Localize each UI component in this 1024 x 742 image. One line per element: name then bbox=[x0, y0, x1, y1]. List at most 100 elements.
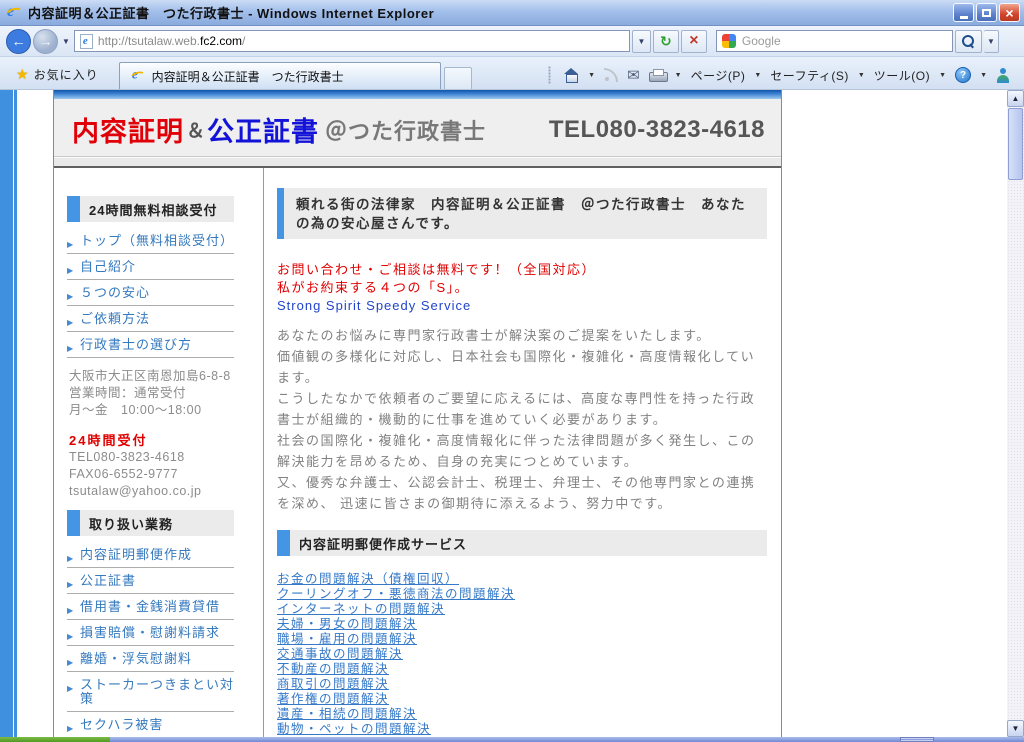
sidebar-item-divorce[interactable]: 離婚・浮気慰謝料 bbox=[67, 646, 234, 672]
sidebar-item-five-assurances[interactable]: ５つの安心 bbox=[67, 280, 234, 306]
headline-text: 頼れる街の法律家 内容証明＆公正証書 ＠つた行政書士 あなたの為の安心屋さんです… bbox=[284, 188, 767, 239]
office-address: 大阪市大正区南恩加島6-8-8 bbox=[69, 368, 234, 385]
tab-bar: お気に入り 内容証明＆公正証書 つた行政書士 ページ(P) セーフティ(S) ツ… bbox=[0, 57, 1024, 90]
search-input[interactable]: Google bbox=[716, 30, 953, 52]
paragraph: 価値観の多様化に対応し、日本社会も国際化・複雑化・高度情報化しています。 bbox=[277, 346, 767, 388]
print-button[interactable] bbox=[649, 69, 666, 82]
back-button[interactable] bbox=[6, 29, 31, 54]
triangle-bullet-icon bbox=[67, 262, 74, 278]
sidebar-item-damages-claim[interactable]: 損害賠償・慰謝料請求 bbox=[67, 620, 234, 646]
sidebar-item-naiyo-shomei[interactable]: 内容証明郵便作成 bbox=[67, 542, 234, 568]
link-real-estate[interactable]: 不動産の問題解決 bbox=[277, 662, 767, 677]
address-toolbar: http://tsutalaw.web.fc2.com/ Google bbox=[0, 26, 1024, 57]
link-cooling-off[interactable]: クーリングオフ・悪徳商法の問題解決 bbox=[277, 587, 767, 602]
stop-button[interactable] bbox=[681, 30, 707, 53]
command-bar: ページ(P) セーフティ(S) ツール(O) bbox=[548, 66, 1018, 89]
site-title-blue: 公正証書 bbox=[207, 110, 319, 149]
sidebar-item-loan-documents[interactable]: 借用書・金銭消費貸借 bbox=[67, 594, 234, 620]
sidebar: 24時間無料相談受付 トップ（無料相談受付） 自己紹介 ５つの安心 ご依頼方法 … bbox=[54, 168, 264, 742]
site-header: 内容証明 ＆ 公正証書 ＠つた行政書士 TEL080-3823-4618 bbox=[54, 99, 781, 157]
contact-fax: FAX06-6552-9777 bbox=[69, 466, 234, 483]
taskbar-button-edge bbox=[900, 737, 934, 742]
link-money-problems[interactable]: お金の問題解決（債権回収） bbox=[277, 572, 767, 587]
minimize-icon bbox=[960, 16, 968, 19]
site-title-amp: ＆ bbox=[186, 116, 205, 143]
link-copyright[interactable]: 著作権の問題解決 bbox=[277, 692, 767, 707]
maximize-button[interactable] bbox=[976, 3, 997, 22]
service-section-header: 内容証明郵便作成サービス bbox=[277, 530, 767, 556]
paragraph: 社会の国際化・複雑化・高度情報化に伴った法律問題が多く発生し、この解決能力を昂め… bbox=[277, 430, 767, 472]
site-header-gradient bbox=[54, 90, 781, 99]
active-tab[interactable]: 内容証明＆公正証書 つた行政書士 bbox=[119, 62, 441, 89]
page-menu[interactable]: ページ(P) bbox=[691, 67, 746, 84]
url-text: http://tsutalaw.web.fc2.com/ bbox=[98, 34, 245, 48]
triangle-bullet-icon bbox=[67, 288, 74, 304]
link-internet-problems[interactable]: インターネットの問題解決 bbox=[277, 602, 767, 617]
page-dropdown-icon[interactable] bbox=[754, 72, 761, 79]
link-workplace-problems[interactable]: 職場・雇用の問題解決 bbox=[277, 632, 767, 647]
new-tab-button[interactable] bbox=[444, 67, 472, 89]
paragraph: あなたのお悩みに専門家行政書士が解決案のご提案をいたします。 bbox=[277, 325, 767, 346]
feed-icon[interactable] bbox=[604, 68, 618, 82]
sidebar-item-profile[interactable]: 自己紹介 bbox=[67, 254, 234, 280]
search-icon bbox=[962, 35, 975, 48]
sidebar-item-stalker[interactable]: ストーカーつきまとい対策 bbox=[67, 672, 234, 712]
intro-paragraphs: あなたのお悩みに専門家行政書士が解決案のご提案をいたします。 価値観の多様化に対… bbox=[277, 325, 767, 514]
safety-dropdown-icon[interactable] bbox=[858, 72, 865, 79]
tools-dropdown-icon[interactable] bbox=[939, 72, 946, 79]
home-dropdown-icon[interactable] bbox=[588, 72, 595, 79]
address-dropdown-button[interactable] bbox=[632, 30, 651, 53]
link-inheritance[interactable]: 遺産・相続の問題解決 bbox=[277, 707, 767, 722]
messenger-icon[interactable] bbox=[996, 68, 1010, 83]
vertical-scrollbar[interactable] bbox=[1007, 90, 1024, 737]
sidebar-item-top[interactable]: トップ（無料相談受付） bbox=[67, 228, 234, 254]
scrollbar-thumb[interactable] bbox=[1008, 108, 1023, 180]
forward-button[interactable] bbox=[33, 29, 58, 54]
ie-tab-icon bbox=[129, 68, 144, 83]
site-title-red: 内容証明 bbox=[72, 110, 184, 149]
link-pets[interactable]: 動物・ペットの問題解決 bbox=[277, 722, 767, 737]
tools-menu[interactable]: ツール(O) bbox=[874, 67, 930, 84]
contact-block: 大阪市大正区南恩加島6-8-8 営業時間：通常受付 月〜金 10:00〜18:0… bbox=[69, 368, 234, 500]
link-traffic-accident[interactable]: 交通事故の問題解決 bbox=[277, 647, 767, 662]
sidebar-item-sexual-harassment[interactable]: セクハラ被害 bbox=[67, 712, 234, 738]
contact-24h-label: 24時間受付 bbox=[69, 432, 234, 449]
start-button-edge[interactable] bbox=[0, 737, 110, 742]
window-title: 内容証明＆公正証書 つた行政書士 - Windows Internet Expl… bbox=[28, 3, 434, 22]
four-s-line: 私がお約束する４つの「S」。 bbox=[277, 279, 767, 297]
scroll-up-button[interactable] bbox=[1007, 90, 1024, 107]
safety-menu[interactable]: セーフティ(S) bbox=[770, 67, 849, 84]
triangle-bullet-icon bbox=[67, 602, 74, 618]
four-s-english-line: Strong Spirit Speedy Service bbox=[277, 297, 767, 315]
maximize-icon bbox=[982, 9, 991, 17]
favorites-button[interactable]: お気に入り bbox=[6, 63, 109, 89]
close-button[interactable] bbox=[999, 3, 1020, 22]
sidebar-item-request-method[interactable]: ご依頼方法 bbox=[67, 306, 234, 332]
triangle-bullet-icon bbox=[67, 550, 74, 566]
search-dropdown-button[interactable] bbox=[984, 30, 999, 53]
home-button[interactable] bbox=[563, 68, 579, 82]
service-links: お金の問題解決（債権回収） クーリングオフ・悪徳商法の問題解決 インターネットの… bbox=[277, 572, 767, 742]
history-dropdown-icon[interactable] bbox=[62, 37, 70, 46]
sidebar-item-choosing-gyoseishoshi[interactable]: 行政書士の選び方 bbox=[67, 332, 234, 358]
taskbar-edge bbox=[0, 737, 1024, 742]
link-couple-problems[interactable]: 夫婦・男女の問題解決 bbox=[277, 617, 767, 632]
business-hours-label: 営業時間：通常受付 bbox=[69, 385, 234, 402]
link-commercial[interactable]: 商取引の問題解決 bbox=[277, 677, 767, 692]
print-dropdown-icon[interactable] bbox=[675, 72, 682, 79]
sidebar-item-kosei-shosho[interactable]: 公正証書 bbox=[67, 568, 234, 594]
help-dropdown-icon[interactable] bbox=[980, 72, 987, 79]
scroll-down-button[interactable] bbox=[1007, 720, 1024, 737]
help-button[interactable] bbox=[955, 67, 971, 83]
google-logo-icon bbox=[722, 34, 736, 48]
mail-button[interactable] bbox=[627, 66, 640, 84]
triangle-bullet-icon bbox=[67, 628, 74, 644]
search-button[interactable] bbox=[955, 30, 982, 53]
blue-square-icon bbox=[67, 196, 80, 222]
window-titlebar: 内容証明＆公正証書 つた行政書士 - Windows Internet Expl… bbox=[0, 0, 1024, 26]
refresh-button[interactable] bbox=[653, 30, 679, 53]
address-bar-input[interactable]: http://tsutalaw.web.fc2.com/ bbox=[74, 30, 630, 52]
business-hours-time: 月〜金 10:00〜18:00 bbox=[69, 402, 234, 419]
minimize-button[interactable] bbox=[953, 3, 974, 22]
paragraph: 又、優秀な弁護士、公認会計士、税理士、弁理士、その他専門家との連携を深め、 迅速… bbox=[277, 472, 767, 514]
